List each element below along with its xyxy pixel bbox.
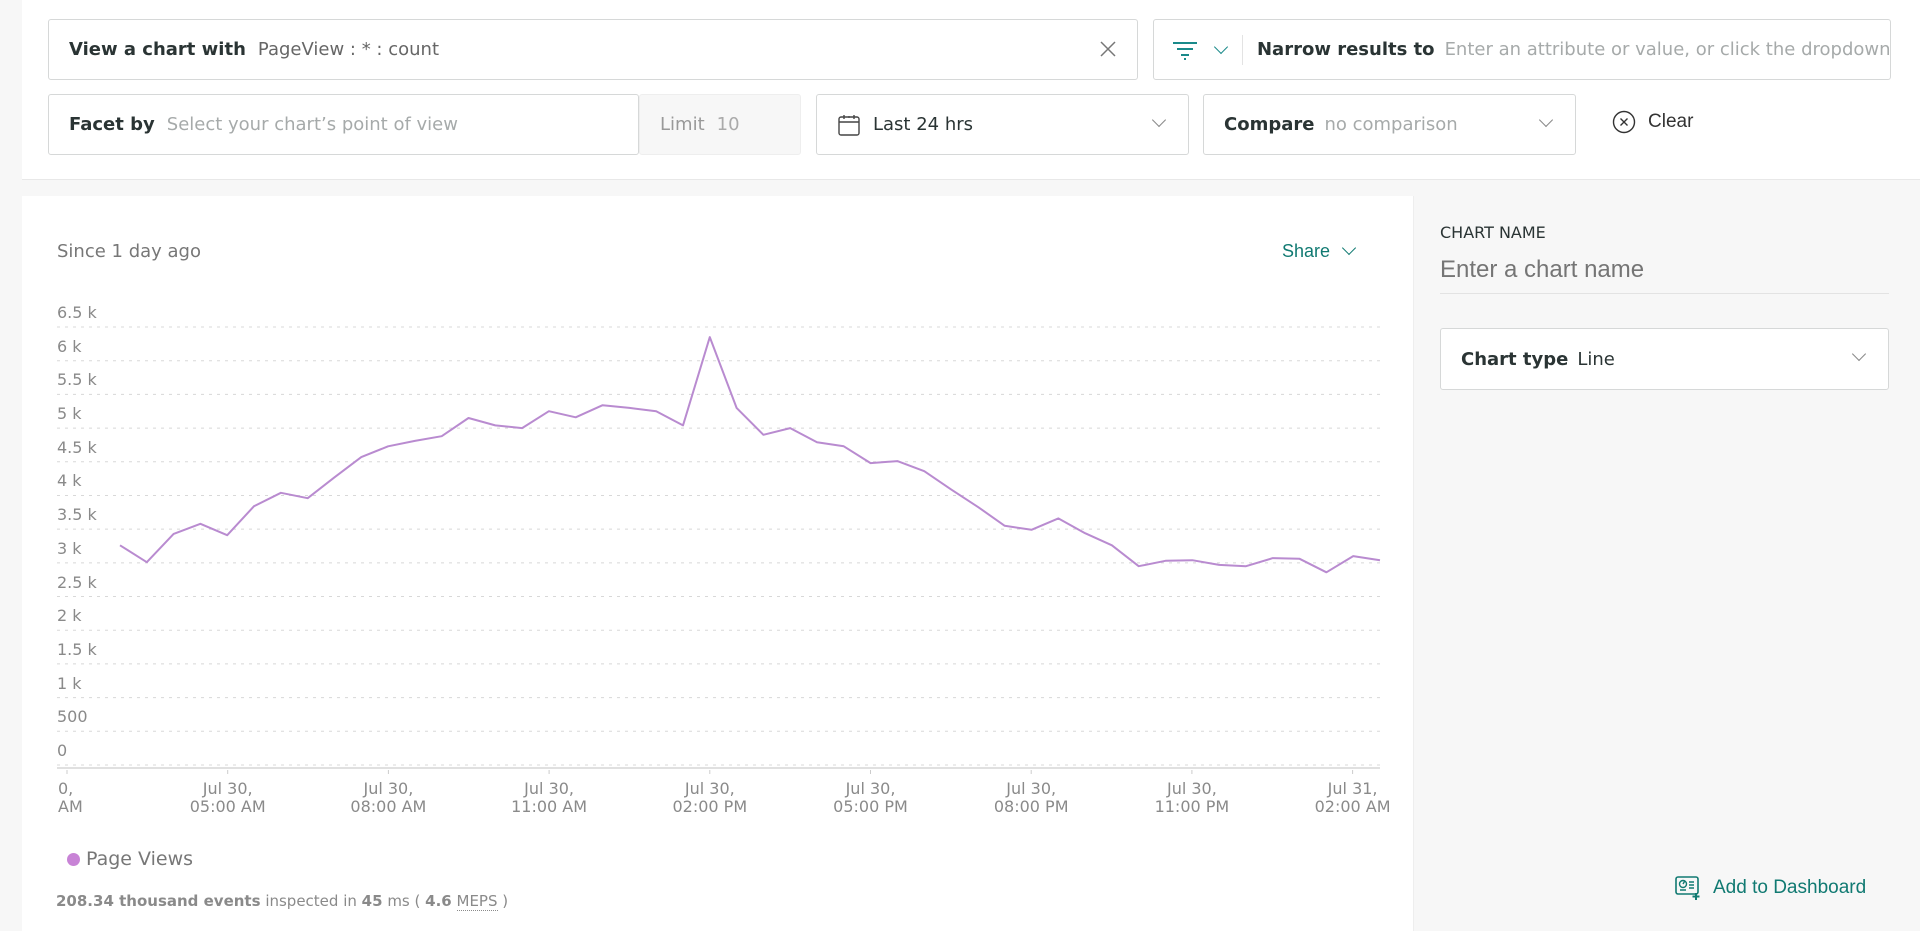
data-point[interactable] bbox=[412, 438, 418, 444]
chart-settings-panel: CHART NAME Chart type Line Add to Dashbo… bbox=[1413, 196, 1920, 931]
chart-type-label: Chart type bbox=[1461, 348, 1569, 370]
data-point[interactable] bbox=[948, 486, 954, 492]
legend-item[interactable]: Page Views bbox=[67, 848, 193, 870]
data-point[interactable] bbox=[653, 408, 659, 414]
data-point[interactable] bbox=[707, 334, 713, 340]
close-paren: ) bbox=[502, 892, 509, 910]
data-point[interactable] bbox=[1216, 562, 1222, 568]
data-point[interactable] bbox=[1243, 563, 1249, 569]
legend-label: Page Views bbox=[86, 848, 194, 870]
data-point[interactable] bbox=[841, 443, 847, 449]
data-point[interactable] bbox=[573, 414, 579, 420]
inspected-text: inspected in bbox=[265, 892, 357, 910]
data-point[interactable] bbox=[278, 490, 284, 496]
series-line-page-views[interactable] bbox=[119, 336, 1381, 574]
data-point[interactable] bbox=[331, 474, 337, 480]
data-point[interactable] bbox=[305, 495, 311, 501]
data-point[interactable] bbox=[117, 542, 123, 548]
data-point[interactable] bbox=[680, 422, 686, 428]
data-point[interactable] bbox=[1270, 555, 1276, 561]
data-point[interactable] bbox=[1297, 556, 1303, 562]
data-point[interactable] bbox=[760, 432, 766, 438]
data-point[interactable] bbox=[1082, 530, 1088, 536]
chart-name-input[interactable] bbox=[1440, 246, 1889, 294]
chevron-down-icon bbox=[1851, 346, 1867, 362]
chart-type-value: Line bbox=[1577, 348, 1615, 370]
data-point[interactable] bbox=[546, 408, 552, 414]
chart-type-dropdown[interactable]: Chart type Line bbox=[1440, 328, 1889, 390]
dashboard-add-icon bbox=[1675, 875, 1701, 901]
data-point[interactable] bbox=[197, 521, 203, 527]
data-point[interactable] bbox=[1323, 569, 1329, 575]
data-point[interactable] bbox=[1109, 542, 1115, 548]
data-point[interactable] bbox=[1028, 527, 1034, 533]
data-point[interactable] bbox=[385, 443, 391, 449]
data-point[interactable] bbox=[1377, 557, 1383, 563]
data-point[interactable] bbox=[519, 425, 525, 431]
data-point[interactable] bbox=[787, 425, 793, 431]
meps-value: 4.6 bbox=[425, 892, 452, 910]
data-point[interactable] bbox=[894, 458, 900, 464]
ms-unit: ms ( bbox=[387, 892, 421, 910]
data-point[interactable] bbox=[144, 559, 150, 565]
data-point[interactable] bbox=[1136, 563, 1142, 569]
data-point[interactable] bbox=[439, 433, 445, 439]
data-point[interactable] bbox=[921, 468, 927, 474]
add-to-dashboard-label: Add to Dashboard bbox=[1713, 877, 1867, 898]
data-point[interactable] bbox=[814, 439, 820, 445]
add-to-dashboard-button[interactable]: Add to Dashboard bbox=[1675, 875, 1866, 901]
data-point[interactable] bbox=[975, 504, 981, 510]
data-point[interactable] bbox=[1189, 557, 1195, 563]
query-stats: 208.34 thousand events inspected in 45 m… bbox=[56, 892, 509, 911]
data-point[interactable] bbox=[868, 460, 874, 466]
data-point[interactable] bbox=[224, 532, 230, 538]
data-point[interactable] bbox=[734, 405, 740, 411]
chart-name-label: CHART NAME bbox=[1440, 223, 1546, 242]
data-point[interactable] bbox=[1350, 553, 1356, 559]
data-point[interactable] bbox=[171, 531, 177, 537]
meps-label[interactable]: MEPS bbox=[456, 892, 498, 911]
data-point[interactable] bbox=[626, 405, 632, 411]
data-point[interactable] bbox=[251, 503, 257, 509]
legend-dot-icon bbox=[67, 852, 80, 866]
events-count: 208.34 thousand events bbox=[56, 892, 261, 910]
data-point[interactable] bbox=[466, 415, 472, 421]
data-point[interactable] bbox=[1163, 558, 1169, 564]
data-point[interactable] bbox=[600, 402, 606, 408]
ms-value: 45 bbox=[361, 892, 383, 910]
data-point[interactable] bbox=[1002, 523, 1008, 529]
data-point[interactable] bbox=[492, 422, 498, 428]
data-point[interactable] bbox=[358, 454, 364, 460]
data-point[interactable] bbox=[1055, 515, 1061, 521]
